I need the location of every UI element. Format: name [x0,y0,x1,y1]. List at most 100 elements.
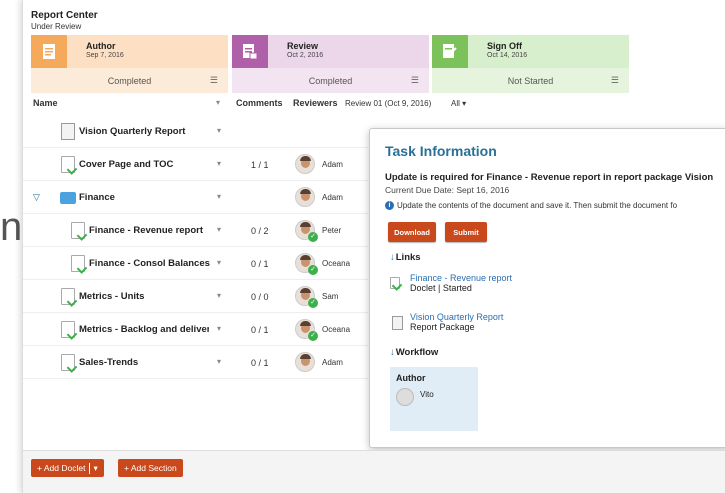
stage-author[interactable]: Author Sep 7, 2016 Completed ☰ [31,35,228,93]
stage-status: Completed [107,75,152,86]
report-package-icon [61,123,75,140]
chevron-down-icon[interactable]: ▾ [217,225,221,234]
doclet-icon [61,321,75,338]
stage-sign-off[interactable]: Sign Off Oct 14, 2016 Not Started ☰ [432,35,629,93]
row-name: Finance [79,192,115,203]
list-item[interactable]: Finance - Revenue report ▾ 0 / 2 ✓ Peter [23,214,368,247]
instructions-text: Update the contents of the document and … [397,201,678,210]
list-item[interactable]: Metrics - Backlog and delivery ▾ 0 / 1 ✓… [23,313,368,346]
reviewer-name: Oceana [322,259,351,268]
link-vision-quarterly-report[interactable]: Vision Quarterly Report [410,312,503,322]
check-icon: ✓ [308,331,318,341]
doclet-icon [61,288,75,305]
task-instructions: i Update the contents of the document and… [385,201,678,211]
chevron-down-icon[interactable]: ▾ [217,324,221,333]
add-doclet-label: + Add Doclet [37,463,86,473]
page-subtitle: Under Review [31,22,82,31]
list-item[interactable]: Cover Page and TOC ▾ 1 / 1 Adam [23,148,368,181]
row-name: Finance - Revenue report [89,225,204,236]
row-name: Metrics - Backlog and delivery [79,324,209,335]
comment-count[interactable]: 0 / 1 [251,259,269,269]
reviewer-name: Adam [322,358,343,367]
avatar [295,187,315,207]
report-package-icon [392,316,403,330]
workflow-author-card: Author Vito [390,367,478,431]
doclet-icon [61,156,75,173]
comment-count[interactable]: 1 / 1 [251,160,269,170]
signoff-doc-icon [432,35,468,68]
chevron-down-icon[interactable]: ▾ [217,258,221,267]
folder-icon [60,192,76,204]
footer-toolbar: + Add Doclet ▾ + Add Section [23,450,725,493]
expand-toggle-icon[interactable]: ▽ [33,192,40,203]
list-item[interactable]: Metrics - Units ▾ 0 / 0 ✓ Sam [23,280,368,313]
links-section-header[interactable]: ↓Links [390,252,421,263]
doclet-icon [71,222,85,239]
add-doclet-button[interactable]: + Add Doclet ▾ [31,459,104,477]
links-heading: Links [395,252,421,263]
chevron-down-icon[interactable]: ▾ [217,291,221,300]
chevron-down-icon[interactable]: ▾ [217,357,221,366]
chevron-down-icon: ▾ [462,99,467,108]
avatar [295,154,315,174]
comment-count[interactable]: 0 / 0 [251,292,269,302]
link-finance-revenue-report[interactable]: Finance - Revenue report [410,273,512,283]
avatar: ✓ [295,319,318,341]
row-name: Finance - Consol Balances [89,258,210,269]
stage-status: Completed [308,75,353,86]
link-subtitle: Doclet | Started [410,283,472,293]
due-date: Current Due Date: Sept 16, 2016 [385,185,510,195]
avatar: ✓ [295,220,318,242]
review-doc-icon [232,35,268,68]
chevron-down-icon[interactable]: ▾ [89,462,98,474]
panel-title: Task Information [385,143,497,159]
list-item[interactable]: Finance - Consol Balances ▾ 0 / 1 ✓ Ocea… [23,247,368,280]
avatar: ✓ [295,286,318,308]
comment-count[interactable]: 0 / 2 [251,226,269,236]
filter-dropdown[interactable]: All ▾ [451,99,466,113]
chevron-down-icon[interactable]: ▾ [217,159,221,168]
chevron-down-icon[interactable]: ▾ [216,98,220,112]
stage-name: Author [86,41,116,51]
stage-name: Review [287,41,319,51]
row-name: Metrics - Units [79,291,145,302]
doclet-icon [390,277,400,289]
check-icon: ✓ [308,265,318,275]
column-header-comments[interactable]: Comments [236,98,283,112]
workflow-user: Vito [420,390,434,399]
review-cycle-label: Review 01 (Oct 9, 2016) [345,99,432,108]
doclet-icon [71,255,85,272]
list-icon[interactable]: ☰ [611,75,619,86]
list-item[interactable]: ▽ Finance ▾ Adam [23,181,368,214]
collapse-arrow-icon: ↓ [390,252,395,263]
stage-date: Oct 14, 2016 [487,52,528,59]
doclet-icon [61,354,75,371]
column-header-reviewers[interactable]: Reviewers [293,98,338,112]
list-item[interactable]: Sales-Trends ▾ 0 / 1 Adam [23,346,368,379]
avatar [295,352,315,372]
submit-button[interactable]: Submit [445,222,487,242]
row-name: Vision Quarterly Report [79,126,186,137]
stage-review[interactable]: Review Oct 2, 2016 Completed ☰ [232,35,429,93]
filter-value: All [451,99,460,108]
column-header-name[interactable]: Name [33,98,58,112]
comment-count[interactable]: 0 / 1 [251,325,269,335]
comment-count[interactable]: 0 / 1 [251,358,269,368]
task-information-panel: Task Information Update is required for … [369,128,725,448]
stage-status: Not Started [507,75,554,86]
workflow-section-header[interactable]: ↓Workflow [390,347,438,358]
list-item[interactable]: Vision Quarterly Report ▾ [23,115,368,148]
stage-name: Sign Off [487,41,522,51]
check-icon: ✓ [308,298,318,308]
chevron-down-icon[interactable]: ▾ [217,192,221,201]
reviewer-name: Oceana [322,325,351,334]
reviewer-name: Adam [322,160,343,169]
list-icon[interactable]: ☰ [210,75,218,86]
chevron-down-icon[interactable]: ▾ [217,126,221,135]
background-letter: n [0,205,23,249]
row-name: Sales-Trends [79,357,139,368]
list-icon[interactable]: ☰ [411,75,419,86]
download-button[interactable]: Download [388,222,436,242]
report-center-window: Report Center Under Review Author Sep 7,… [22,0,725,493]
add-section-button[interactable]: + Add Section [118,459,183,477]
